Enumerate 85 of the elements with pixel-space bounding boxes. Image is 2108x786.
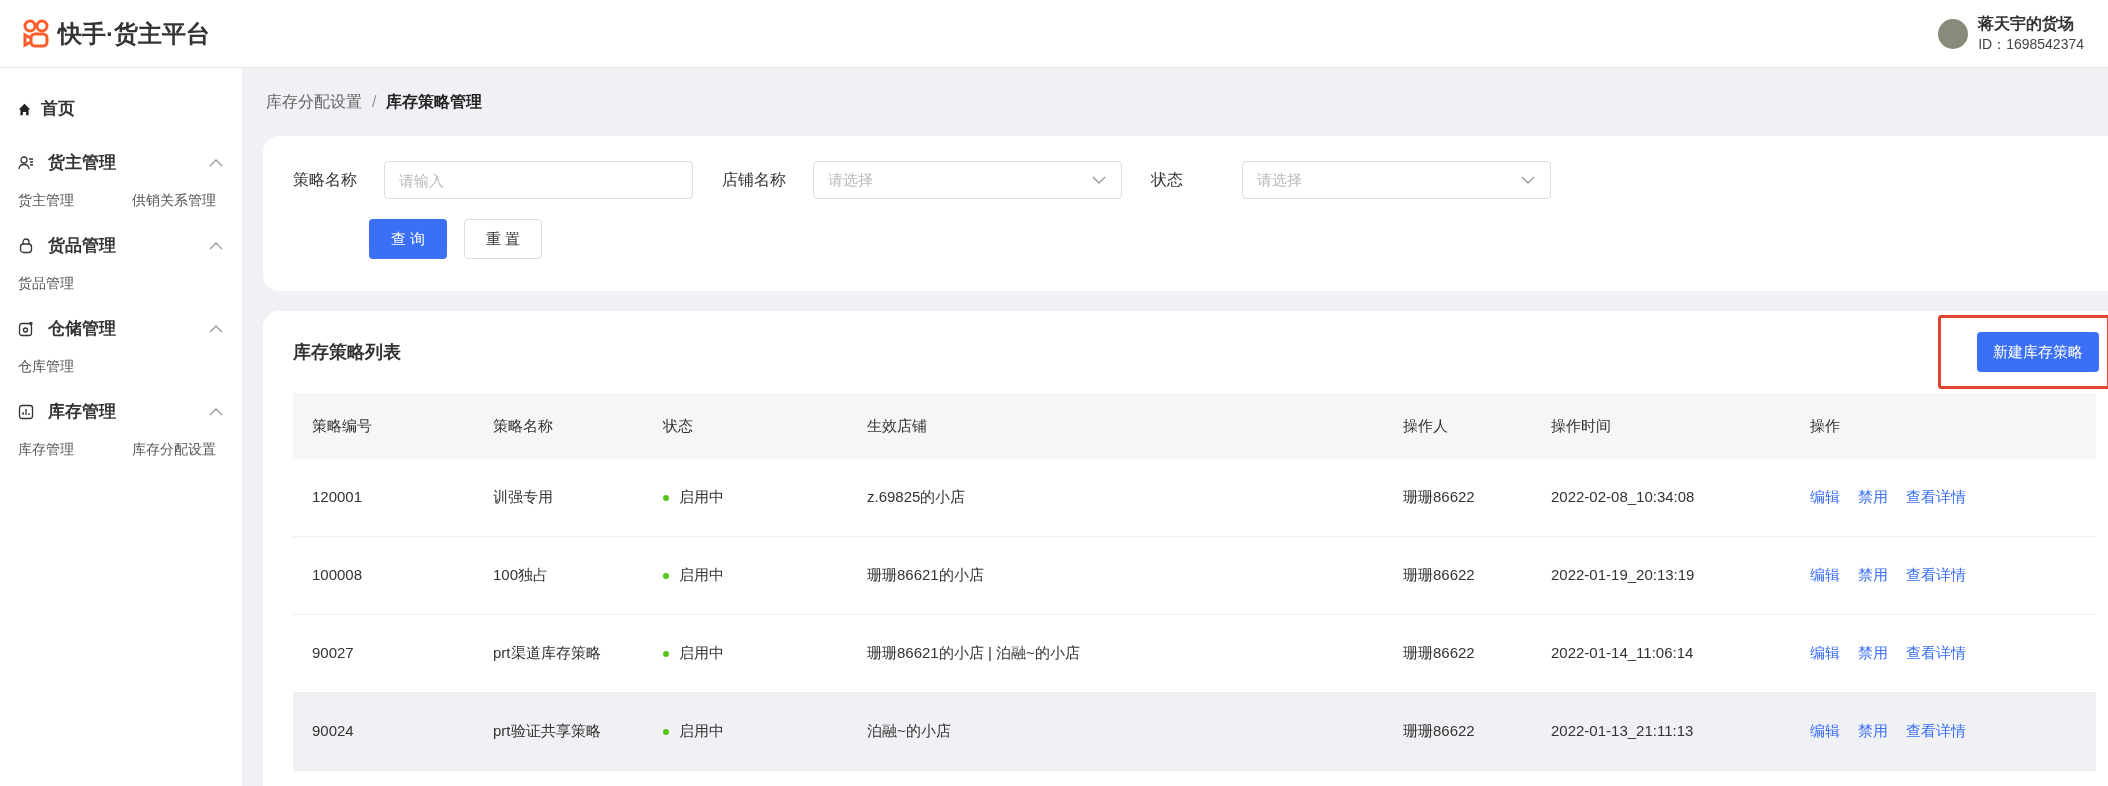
action-link[interactable]: 编辑 <box>1810 486 1840 509</box>
column-header: 操作人 <box>1403 415 1449 436</box>
avatar[interactable] <box>1938 18 1969 49</box>
table-cell-text: 2022-01-19_20:13:19 <box>1551 565 1696 586</box>
table-cell-text: 90024 <box>312 721 355 742</box>
chart-icon <box>18 404 34 420</box>
input-field[interactable]: 请输入 <box>384 161 693 199</box>
status-text: 启用中 <box>679 721 724 742</box>
table-cell-text: 珊珊86622 <box>1403 643 1476 664</box>
breadcrumb-item: 库存策略管理 <box>386 92 483 112</box>
status-text: 启用中 <box>679 565 724 586</box>
action-link[interactable]: 查看详情 <box>1906 486 1966 509</box>
table-cell-text: 90027 <box>312 643 355 664</box>
action-link[interactable]: 禁用 <box>1858 720 1888 743</box>
table-cell-text: 泊融~的小店 <box>867 721 952 742</box>
filter-label: 策略名称 <box>293 170 358 190</box>
column-header: 策略名称 <box>493 415 554 436</box>
menu-group-header[interactable]: 货主管理 <box>18 148 224 178</box>
filter-label: 状态 <box>1151 170 1184 190</box>
table-cell-text: 2022-01-13_21:11:13 <box>1551 721 1695 742</box>
action-link[interactable]: 查看详情 <box>1906 720 1966 743</box>
bag-icon <box>18 238 34 254</box>
table-cell-text: 100独占 <box>493 565 550 586</box>
table-cell-text: 珊珊86621的小店 | 泊融~的小店 <box>867 643 1081 664</box>
column-header: 策略编号 <box>312 415 373 436</box>
menu-group-title: 仓储管理 <box>48 318 116 341</box>
chevron-down-icon[interactable] <box>1520 175 1536 185</box>
action-link[interactable]: 禁用 <box>1858 486 1888 509</box>
chevron-up-icon[interactable] <box>208 241 224 251</box>
menu-item[interactable]: 货主管理 <box>18 190 74 211</box>
list-title: 库存策略列表 <box>293 340 401 364</box>
action-link[interactable]: 禁用 <box>1858 642 1888 665</box>
users-icon <box>18 155 34 171</box>
table-cell-text: 珊珊86621的小店 <box>867 565 985 586</box>
menu-group-header[interactable]: 库存管理 <box>18 397 224 427</box>
column-header: 状态 <box>663 415 694 436</box>
table-cell-text: 2022-02-08_10:34:08 <box>1551 487 1696 508</box>
menu-group-header[interactable]: 货品管理 <box>18 231 224 261</box>
menu-item[interactable]: 库存分配设置 <box>132 439 216 460</box>
menu-group-title: 库存管理 <box>48 401 116 424</box>
action-link[interactable]: 查看详情 <box>1906 642 1966 665</box>
filter-label: 店铺名称 <box>722 170 787 190</box>
camera-icon <box>18 321 34 337</box>
table-cell-text: 珊珊86622 <box>1403 487 1476 508</box>
chevron-up-icon[interactable] <box>208 407 224 417</box>
breadcrumb-separator: / <box>372 92 377 112</box>
new-strategy-button[interactable]: 新建库存策略 <box>1977 332 2099 372</box>
action-link[interactable]: 编辑 <box>1810 564 1840 587</box>
home-icon <box>18 102 31 116</box>
action-link[interactable]: 编辑 <box>1810 720 1840 743</box>
table-cell-text: 珊珊86622 <box>1403 565 1476 586</box>
table-cell-text: 120001 <box>312 487 364 508</box>
breadcrumb-item[interactable]: 库存分配设置 <box>266 90 362 114</box>
chevron-down-icon[interactable] <box>1091 175 1107 185</box>
status-text: 启用中 <box>679 487 724 508</box>
chevron-up-icon[interactable] <box>208 158 224 168</box>
reset-button[interactable]: 重 置 <box>464 219 542 259</box>
menu-group-header[interactable]: 仓储管理 <box>18 314 224 344</box>
user-id: ID：1698542374 <box>1978 34 2084 54</box>
column-header: 生效店铺 <box>867 415 928 436</box>
menu-item[interactable]: 库存管理 <box>18 439 74 460</box>
column-header: 操作 <box>1810 415 1841 436</box>
action-link[interactable]: 编辑 <box>1810 642 1840 665</box>
logo-icon <box>22 18 50 49</box>
action-link[interactable]: 禁用 <box>1858 564 1888 587</box>
table-cell-text: 2022-01-14_11:06:14 <box>1551 643 1695 664</box>
table-cell-text: 珊珊86622 <box>1403 721 1476 742</box>
chevron-up-icon[interactable] <box>208 324 224 334</box>
table-cell-text: 训强专用 <box>493 487 554 508</box>
menu-group-title: 货主管理 <box>48 152 116 175</box>
column-header: 操作时间 <box>1551 415 1612 436</box>
menu-item[interactable]: 货品管理 <box>18 273 74 294</box>
home-item[interactable]: 首页 <box>18 94 224 124</box>
brand-title: 快手·货主平台 <box>58 18 210 49</box>
table-cell-text: z.69825的小店 <box>867 487 967 508</box>
search-button[interactable]: 查 询 <box>369 219 447 259</box>
action-link[interactable]: 查看详情 <box>1906 564 1966 587</box>
menu-item[interactable]: 仓库管理 <box>18 356 74 377</box>
status-text: 启用中 <box>679 643 724 664</box>
table-cell-text: prt渠道库存策略 <box>493 643 602 664</box>
table-cell-text: prt验证共享策略 <box>493 721 602 742</box>
menu-group-title: 货品管理 <box>48 235 116 258</box>
user-name: 蒋天宇的货场 <box>1978 13 2076 34</box>
menu-item[interactable]: 供销关系管理 <box>132 190 216 211</box>
table-cell-text: 100008 <box>312 565 364 586</box>
